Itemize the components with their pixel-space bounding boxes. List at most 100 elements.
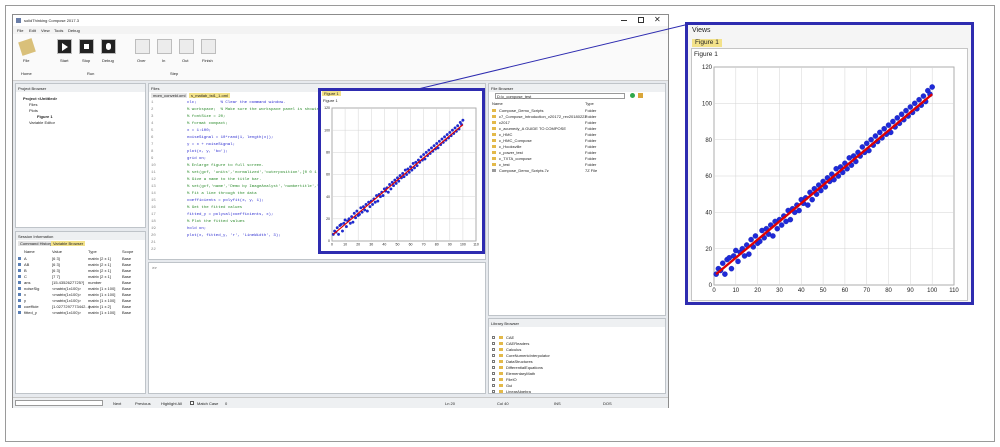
file-name[interactable]: c2017 xyxy=(499,120,510,125)
over-label: Over xyxy=(137,58,146,63)
menu-view[interactable]: View xyxy=(41,28,50,33)
file-name[interactable]: c_test xyxy=(499,162,510,167)
find-previous-button[interactable]: Previous xyxy=(135,401,151,406)
project-browser: Project Browser Project <Untitled> Files… xyxy=(15,83,146,228)
figure-tab-small[interactable]: Figure 1 xyxy=(322,91,341,96)
file-name[interactable]: Compose_Demo_Scripts.7z xyxy=(499,168,549,173)
tab-variable-browser[interactable]: Variable Browser xyxy=(51,241,86,246)
file-name[interactable]: c_HMC_Compose xyxy=(499,138,532,143)
highlight-all-button[interactable]: Highlight All xyxy=(161,401,182,406)
y-tick-label: 80 xyxy=(326,151,330,155)
data-point xyxy=(903,107,909,114)
project-plots[interactable]: Plots xyxy=(29,108,38,113)
data-point xyxy=(351,220,355,224)
expand-icon[interactable] xyxy=(492,336,495,339)
variable-cell[interactable]: AB xyxy=(24,262,29,267)
data-point xyxy=(461,118,465,122)
command-window[interactable]: >> xyxy=(148,262,486,394)
file-name[interactable]: c_power_test xyxy=(499,150,523,155)
project-browser-title: Project Browser xyxy=(18,86,47,91)
library-item[interactable]: Calculus xyxy=(506,347,521,352)
variable-cell: [6 3] xyxy=(52,262,60,267)
close-icon[interactable]: ✕ xyxy=(654,15,661,25)
file-type: Folder xyxy=(585,126,597,131)
variable-cell: [7 7] xyxy=(52,274,60,279)
library-item[interactable]: DifferentialEquations xyxy=(506,365,543,370)
step-over-button[interactable] xyxy=(135,39,150,54)
file-name[interactable]: c_acumedy_A GUIDE TO COMPOSE xyxy=(499,126,566,131)
expand-icon[interactable] xyxy=(492,372,495,375)
file-name[interactable]: c_TXTA_compose xyxy=(499,156,532,161)
library-item[interactable]: FileIO xyxy=(506,377,517,382)
library-item[interactable]: CAE xyxy=(506,335,514,340)
library-item[interactable]: CoreNumericInterpolator xyxy=(506,353,550,358)
variable-cell[interactable]: B xyxy=(24,268,27,273)
variable-cell[interactable]: C xyxy=(24,274,27,279)
expand-icon[interactable] xyxy=(492,378,495,381)
minimize-icon[interactable] xyxy=(621,20,627,21)
menu-debug[interactable]: Debug xyxy=(68,28,80,33)
x-tick-label: 0 xyxy=(331,243,333,247)
menu-file[interactable]: File xyxy=(17,28,23,33)
expand-icon[interactable] xyxy=(492,354,495,357)
folder-icon xyxy=(499,348,503,351)
x-tick-label: 60 xyxy=(842,288,849,294)
expand-icon[interactable] xyxy=(492,384,495,387)
step-in-button[interactable] xyxy=(157,39,172,54)
folder-icon[interactable] xyxy=(638,93,643,98)
variable-cell[interactable]: fitted_y xyxy=(24,310,37,315)
file-name[interactable]: Compose_Demo_Scripts xyxy=(499,108,543,113)
step-out-button[interactable] xyxy=(179,39,194,54)
var-icon xyxy=(18,263,21,266)
code-line: noiseSignal = 10*rand(1, length(x)); xyxy=(187,136,274,140)
expand-icon[interactable] xyxy=(492,348,495,351)
maximize-icon[interactable] xyxy=(638,17,644,23)
x-tick-label: 50 xyxy=(820,288,827,294)
views-tab-figure-1[interactable]: Figure 1 xyxy=(692,39,722,47)
variable-cell[interactable]: coefficie xyxy=(24,304,39,309)
tab-s-matlab-tst[interactable]: s_matlab_tst1_1.oml xyxy=(189,93,230,98)
tab-mom-conveld[interactable]: mom_conveld.oml xyxy=(151,93,188,98)
y-tick-label: 100 xyxy=(702,101,713,107)
library-item[interactable]: Gui xyxy=(506,383,512,388)
find-next-button[interactable]: Next xyxy=(113,401,121,406)
file-name[interactable]: c_Hooksville xyxy=(499,144,521,149)
variable-cell[interactable]: y xyxy=(24,298,26,303)
library-item[interactable]: ElementaryMath xyxy=(506,371,535,376)
line-number: 7 xyxy=(151,143,154,147)
data-point xyxy=(911,100,918,107)
data-point xyxy=(735,258,741,265)
match-case-checkbox[interactable] xyxy=(190,401,194,405)
expand-icon[interactable] xyxy=(492,366,495,369)
path-input[interactable]: D:\c_compose_test xyxy=(495,93,625,99)
library-item[interactable]: DataStructures xyxy=(506,359,533,364)
col-file-type: Type xyxy=(585,101,594,106)
line-number: 12 xyxy=(151,178,156,182)
menu-edit[interactable]: Edit xyxy=(29,28,36,33)
expand-icon[interactable] xyxy=(492,342,495,345)
finish-button[interactable] xyxy=(201,39,216,54)
menu-tools[interactable]: Tools xyxy=(54,28,63,33)
var-icon xyxy=(18,293,21,296)
project-variable-editor[interactable]: Variable Editor xyxy=(29,120,55,125)
project-files[interactable]: Files xyxy=(29,102,37,107)
data-point xyxy=(890,118,896,125)
expand-icon[interactable] xyxy=(492,360,495,363)
variable-cell[interactable]: noiseSig xyxy=(24,286,39,291)
expand-icon[interactable] xyxy=(492,390,495,393)
file-name[interactable]: c7_Compose_Introduction_v20172_rev201802… xyxy=(499,114,587,119)
project-root[interactable]: Project <Untitled> xyxy=(23,96,57,101)
file-icon[interactable] xyxy=(18,38,36,56)
file-name[interactable]: c_HMC xyxy=(499,132,512,137)
find-input[interactable] xyxy=(15,400,103,406)
line-number: 19 xyxy=(151,227,156,231)
variable-cell[interactable]: ans xyxy=(24,280,30,285)
variable-cell[interactable]: x xyxy=(24,292,26,297)
library-item[interactable]: CAEReaders xyxy=(506,341,529,346)
tab-command-history[interactable]: Command History xyxy=(18,241,55,246)
project-figure-1[interactable]: Figure 1 xyxy=(37,114,53,119)
x-tick-label: 100 xyxy=(460,243,466,247)
refresh-icon[interactable] xyxy=(630,93,635,98)
library-item[interactable]: LinearAlgebra xyxy=(506,389,531,393)
variable-cell[interactable]: A xyxy=(24,256,27,261)
